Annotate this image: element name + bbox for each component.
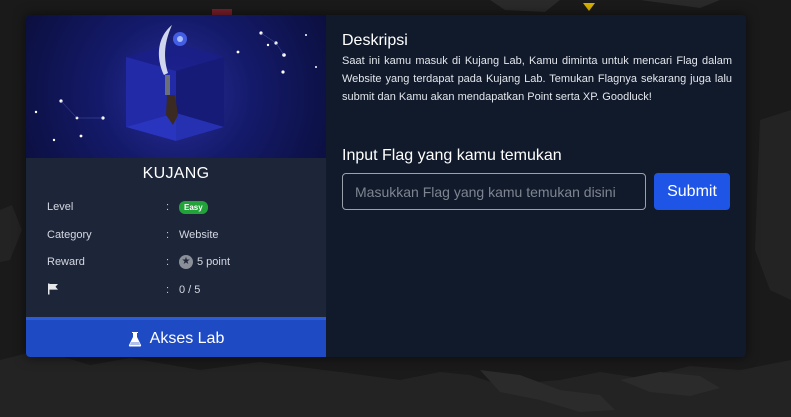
category-colon: : — [166, 229, 170, 241]
reward-colon: : — [166, 256, 170, 268]
level-badge: Easy — [179, 200, 208, 214]
flag-input[interactable] — [342, 173, 646, 210]
level-label: Level — [47, 201, 74, 213]
access-lab-label: Akses Lab — [149, 329, 225, 347]
level-row: Level : Easy — [47, 197, 317, 217]
flask-icon — [128, 331, 141, 346]
description-text: Saat ini kamu masuk di Kujang Lab, Kamu … — [342, 55, 732, 103]
lab-card: KUJANG Level : Easy Category : Website R… — [26, 15, 326, 357]
category-row: Category : Website — [47, 225, 317, 245]
solves-row: : 0 / 5 — [47, 280, 317, 300]
reward-row: Reward : ★ 5 point — [47, 252, 317, 272]
level-colon: : — [166, 201, 170, 213]
solves-value: 0 / 5 — [179, 284, 201, 296]
category-label: Category — [47, 229, 92, 241]
reward-value: 5 point — [197, 256, 231, 268]
access-lab-button[interactable]: Akses Lab — [26, 317, 326, 357]
flag-icon — [48, 283, 58, 294]
solves-label — [47, 283, 166, 298]
flag-input-title: Input Flag yang kamu temukan — [342, 147, 562, 164]
lab-modal: KUJANG Level : Easy Category : Website R… — [26, 15, 746, 357]
lab-title: KUJANG — [142, 165, 210, 182]
category-value: Website — [179, 229, 219, 241]
solves-colon: : — [166, 284, 170, 296]
star-icon: ★ — [179, 255, 193, 269]
reward-label: Reward — [47, 256, 85, 268]
description-title: Deskripsi — [342, 32, 408, 49]
submit-button[interactable]: Submit — [654, 173, 730, 210]
lab-hero-image — [26, 15, 326, 158]
detail-panel: Deskripsi Saat ini kamu masuk di Kujang … — [342, 15, 746, 357]
